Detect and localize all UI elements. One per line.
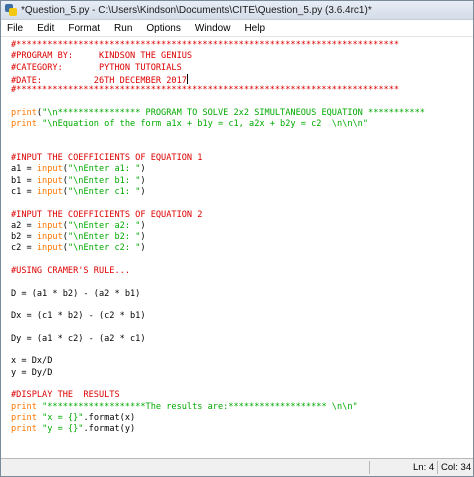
code-token: c2 = — [11, 243, 37, 254]
code-token: Dx = (c1 * b2) - (c2 * b1) — [11, 311, 146, 322]
code-token: #***************************************… — [11, 40, 400, 50]
menu-window[interactable]: Window — [195, 23, 231, 34]
status-col: Col: 34 — [441, 462, 472, 473]
code-line: #***************************************… — [11, 85, 399, 96]
code-token: "\nEnter c1: " — [67, 186, 141, 197]
code-line: #CATEGORY: PYTHON TUTORIALS — [11, 63, 182, 74]
code-token: b2 = — [11, 232, 37, 243]
code-token: .format(y) — [83, 424, 136, 435]
code-token: "x = {}" — [42, 412, 84, 423]
code-token: #***************************************… — [11, 85, 400, 96]
code-token: input — [36, 164, 63, 175]
python-icon — [5, 4, 17, 16]
code-line: Dy = (a1 * c2) - (a2 * c1) — [11, 334, 146, 345]
code-line: D = (a1 * b2) - (a2 * b1) — [11, 289, 140, 300]
code-token: y = Dy/D — [11, 367, 53, 378]
code-token: "y = {}" — [42, 424, 84, 435]
idle-editor-window: *Question_5.py - C:\Users\Kindson\Docume… — [0, 0, 474, 477]
code-line: #INPUT THE COEFFICIENTS OF EQUATION 2 — [11, 210, 202, 221]
code-token: "\nEnter b2: " — [67, 232, 141, 243]
code-token: Dy = (a1 * c2) - (a2 * c1) — [11, 333, 146, 344]
code-token: #CATEGORY: PYTHON TUTORIALS — [11, 62, 182, 73]
code-token: input — [36, 220, 63, 231]
code-token: #INPUT THE COEFFICIENTS OF EQUATION 2 — [11, 209, 203, 220]
text-cursor — [186, 73, 188, 84]
code-token: ) — [140, 220, 146, 231]
code-token: #PROGRAM BY: KINDSON THE GENIUS — [11, 51, 193, 62]
code-line: a2 = input("\nEnter a2: ") — [11, 221, 146, 232]
code-token: b1 = — [11, 175, 37, 186]
code-line: c2 = input("\nEnter c2: ") — [11, 243, 146, 254]
code-token: "*******************The results are:****… — [42, 401, 358, 412]
code-line: Dx = (c1 * b2) - (c2 * b1) — [11, 311, 146, 322]
code-line: print "*******************The results ar… — [11, 402, 358, 413]
code-line: #***************************************… — [11, 40, 399, 51]
code-token: "\nEnter c2: " — [67, 243, 141, 254]
code-line: #DISPLAY THE RESULTS — [11, 390, 120, 401]
menu-help[interactable]: Help — [244, 23, 265, 34]
code-token: "\nEnter a1: " — [67, 164, 141, 175]
code-token: "\nEnter a2: " — [67, 220, 141, 231]
status-bar: Ln: 4 Col: 34 — [1, 458, 473, 476]
code-line: y = Dy/D — [11, 368, 52, 379]
code-token: input — [36, 243, 63, 254]
code-token: #INPUT THE COEFFICIENTS OF EQUATION 1 — [11, 153, 203, 163]
code-token: print — [11, 119, 37, 130]
code-token: print — [11, 107, 37, 118]
code-line: a1 = input("\nEnter a1: ") — [11, 164, 146, 175]
code-line: #INPUT THE COEFFICIENTS OF EQUATION 1 — [11, 153, 202, 164]
code-editor[interactable]: #***************************************… — [3, 38, 471, 456]
code-token: #USING CRAMER'S RULE... — [11, 266, 130, 276]
code-token: "\nEquation of the form a1x + b1y = c1, … — [42, 119, 369, 130]
code-token: print — [11, 412, 37, 423]
menu-bar: File Edit Format Run Options Window Help — [1, 20, 473, 37]
code-token: ) — [140, 243, 146, 254]
code-token: input — [36, 186, 63, 197]
code-token: ) — [140, 232, 146, 243]
code-token: ) — [140, 175, 146, 186]
code-token: .format(x) — [83, 412, 136, 423]
code-line: #PROGRAM BY: KINDSON THE GENIUS — [11, 51, 192, 62]
code-token: ) — [140, 164, 146, 175]
code-line: b1 = input("\nEnter b1: ") — [11, 176, 146, 187]
code-line: print "y = {}".format(y) — [11, 424, 135, 435]
code-token: a2 = — [11, 220, 37, 231]
code-line: print "\nEquation of the form a1x + b1y … — [11, 119, 368, 130]
code-token: a1 = — [11, 164, 37, 175]
code-line: #DATE: 26TH DECEMBER 2017 — [11, 73, 188, 86]
code-token: "\n**************** PROGRAM TO SOLVE 2x2… — [42, 107, 425, 118]
code-token: input — [36, 232, 63, 243]
code-line: c1 = input("\nEnter c1: ") — [11, 187, 146, 198]
status-separator — [437, 461, 438, 474]
code-token: D = (a1 * b2) - (a2 * b1) — [11, 288, 141, 299]
code-line: x = Dx/D — [11, 356, 52, 367]
code-token: "\nEnter b1: " — [67, 175, 141, 186]
code-line: #USING CRAMER'S RULE... — [11, 266, 130, 277]
menu-run[interactable]: Run — [114, 23, 132, 34]
menu-format[interactable]: Format — [68, 23, 100, 34]
status-line: Ln: 4 — [413, 462, 435, 473]
code-token: ) — [140, 186, 146, 197]
code-token: print — [11, 424, 37, 435]
code-line: b2 = input("\nEnter b2: ") — [11, 232, 146, 243]
code-line: print("\n**************** PROGRAM TO SOL… — [11, 108, 425, 119]
menu-edit[interactable]: Edit — [37, 23, 54, 34]
window-title: *Question_5.py - C:\Users\Kindson\Docume… — [21, 4, 372, 16]
code-token: print — [11, 401, 37, 412]
code-line: print "x = {}".format(x) — [11, 413, 135, 424]
code-token: x = Dx/D — [11, 356, 53, 367]
code-token: #DISPLAY THE RESULTS — [11, 390, 120, 401]
code-token: input — [36, 175, 63, 186]
status-separator — [369, 461, 370, 474]
menu-options[interactable]: Options — [146, 23, 180, 34]
menu-file[interactable]: File — [7, 23, 23, 34]
code-token: c1 = — [11, 186, 37, 197]
title-bar[interactable]: *Question_5.py - C:\Users\Kindson\Docume… — [1, 1, 473, 20]
